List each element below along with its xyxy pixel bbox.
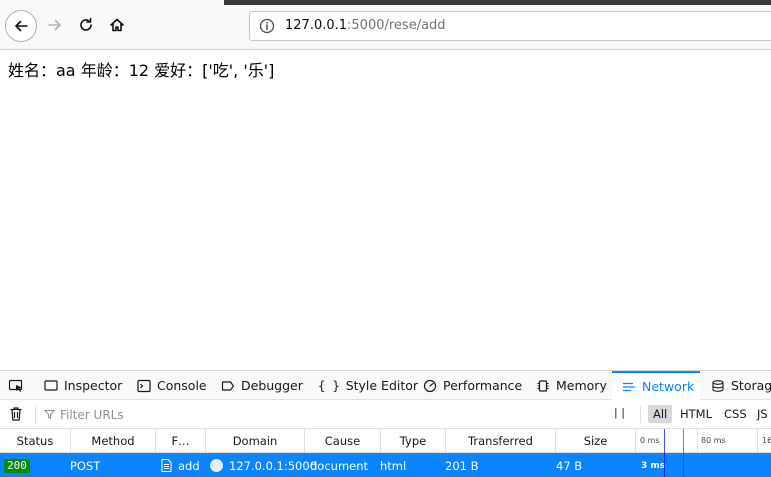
document-icon	[161, 459, 172, 472]
waterfall-tick	[697, 429, 698, 453]
trash-icon[interactable]	[9, 406, 23, 422]
browser-toolbar: 127.0.0.1:5000/rese/add	[0, 0, 771, 50]
filter-all-button[interactable]: All	[648, 405, 673, 423]
filter-bar-separator	[640, 406, 641, 423]
row-cause: document	[310, 458, 369, 473]
network-icon	[622, 382, 636, 391]
row-file-cell: add	[161, 453, 200, 477]
row-domain: 127.0.0.1:5000	[229, 458, 318, 473]
column-method[interactable]: Method	[71, 429, 156, 453]
column-transferred[interactable]: Transferred	[446, 429, 556, 453]
tab-network-label: Network	[642, 379, 695, 394]
filter-icon	[44, 410, 55, 420]
debugger-icon	[221, 380, 235, 391]
filter-urls-input[interactable]: Filter URLs	[44, 406, 344, 423]
waterfall-label-0: 0 ms	[640, 436, 660, 445]
back-arrow-icon	[15, 20, 28, 32]
devtools-panel: Inspector Console Debugger { } Style Edi…	[0, 370, 771, 477]
tab-debugger-label: Debugger	[241, 378, 303, 393]
tab-inspector[interactable]: Inspector	[44, 371, 122, 400]
storage-icon	[712, 379, 724, 392]
column-file[interactable]: F…	[156, 429, 206, 453]
network-request-row[interactable]: 200 POST add 127.0.0.1:5000 document htm…	[0, 453, 771, 477]
site-info-icon[interactable]	[259, 18, 275, 34]
row-size: 47 B	[556, 458, 583, 473]
tab-storage-label: Storage	[731, 378, 771, 393]
url-host: 127.0.0.1	[285, 18, 348, 33]
column-domain[interactable]: Domain	[206, 429, 305, 453]
tab-console[interactable]: Console	[137, 371, 207, 400]
waterfall-label-160: 16	[762, 436, 771, 445]
row-method: POST	[70, 458, 101, 473]
home-button[interactable]	[102, 10, 132, 40]
row-timing: 3 ms	[641, 460, 666, 471]
column-status[interactable]: Status	[0, 429, 71, 453]
forward-arrow-icon	[48, 19, 61, 31]
row-transferred: 201 B	[445, 458, 479, 473]
filter-urls-placeholder: Filter URLs	[60, 407, 124, 422]
waterfall-tick	[757, 429, 758, 453]
url-bar[interactable]: 127.0.0.1:5000/rese/add	[249, 11, 771, 41]
row-status-cell: 200	[4, 453, 30, 477]
pause-button[interactable]: | |	[614, 406, 625, 419]
forward-button[interactable]	[40, 10, 70, 40]
filter-separator	[35, 406, 36, 423]
filter-html-button[interactable]: HTML	[675, 405, 717, 423]
window-top-strip	[224, 0, 771, 5]
row-domain-cell: 127.0.0.1:5000	[210, 453, 317, 477]
tab-debugger[interactable]: Debugger	[221, 371, 303, 400]
tab-memory-label: Memory	[556, 378, 607, 393]
waterfall-label-80: 80 ms	[701, 436, 726, 445]
filter-css-button[interactable]: CSS	[719, 405, 752, 423]
braces-icon: { }	[318, 378, 340, 393]
filter-js-button[interactable]: JS	[752, 405, 771, 423]
tab-console-label: Console	[157, 378, 207, 393]
domcontentloaded-marker	[664, 429, 665, 477]
tab-memory[interactable]: Memory	[536, 371, 607, 400]
element-picker-icon	[8, 379, 23, 392]
back-button[interactable]	[5, 10, 37, 42]
url-text: 127.0.0.1:5000/rese/add	[285, 18, 446, 33]
row-file: add	[178, 458, 200, 473]
status-code-badge: 200	[4, 458, 30, 473]
globe-icon	[210, 459, 223, 472]
load-marker	[683, 429, 684, 477]
inspector-icon	[44, 379, 58, 391]
tab-storage[interactable]: Storage	[711, 371, 771, 400]
column-size[interactable]: Size	[556, 429, 636, 453]
row-type: html	[380, 458, 407, 473]
tab-inspector-label: Inspector	[64, 378, 123, 393]
tab-network[interactable]: Network	[612, 371, 700, 400]
column-cause[interactable]: Cause	[305, 429, 381, 453]
network-filter-bar: Filter URLs | | All HTML CSS JS	[0, 400, 771, 429]
page-body-text: 姓名：aa 年龄：12 爱好：['吃', '乐']	[8, 61, 275, 80]
element-picker-button[interactable]	[8, 371, 24, 400]
console-icon	[137, 379, 151, 392]
url-path: :5000/rese/add	[347, 18, 446, 33]
reload-icon	[80, 17, 92, 31]
memory-icon	[537, 379, 549, 392]
tab-style-editor-label: Style Editor	[345, 378, 419, 393]
network-table-header: Status Method F… Domain Cause Type Trans…	[0, 429, 771, 453]
column-type[interactable]: Type	[381, 429, 446, 453]
tab-style-editor[interactable]: { } Style Editor	[318, 371, 418, 400]
tab-performance[interactable]: Performance	[423, 371, 522, 400]
tab-performance-label: Performance	[443, 378, 523, 393]
devtools-tabbar: Inspector Console Debugger { } Style Edi…	[0, 371, 771, 400]
reload-button[interactable]	[71, 10, 101, 40]
home-icon	[110, 18, 124, 32]
performance-icon	[423, 379, 437, 392]
